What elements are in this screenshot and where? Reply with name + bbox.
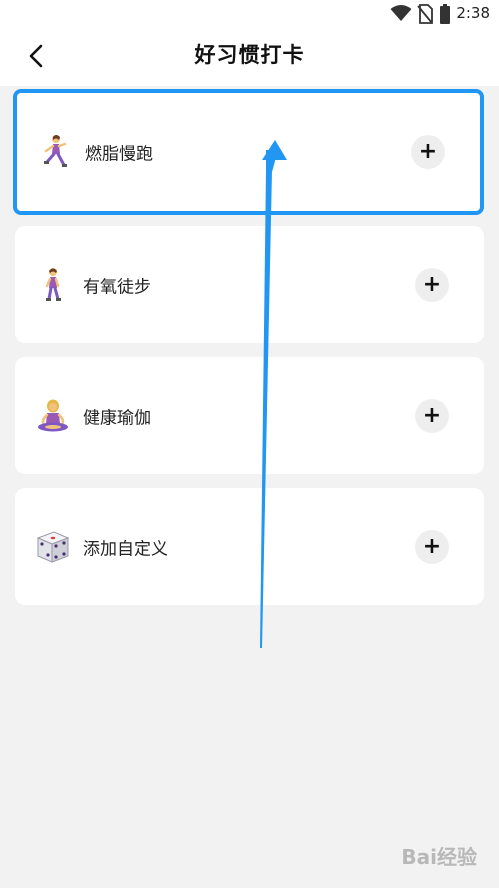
status-bar: 2:38 — [0, 0, 499, 28]
habit-label: 燃脂慢跑 — [85, 144, 153, 165]
habit-card-jogging[interactable]: 燃脂慢跑 + — [13, 89, 484, 215]
page-title: 好习惯打卡 — [194, 43, 305, 67]
add-button[interactable]: + — [411, 135, 445, 169]
habit-label: 有氧徒步 — [83, 277, 151, 297]
wifi-icon — [390, 5, 412, 21]
add-button[interactable]: + — [415, 267, 449, 302]
add-button[interactable]: + — [415, 529, 449, 564]
yoga-woman-icon — [38, 399, 68, 431]
add-button[interactable]: + — [415, 398, 449, 433]
running-woman-icon — [44, 135, 67, 167]
dice-icon — [36, 530, 70, 563]
battery-icon — [440, 4, 450, 24]
habit-card-walking[interactable]: 有氧徒步 + — [15, 226, 484, 343]
habit-card-yoga[interactable]: 健康瑜伽 + — [15, 357, 484, 474]
walking-woman-icon — [45, 267, 61, 301]
status-time: 2:38 — [456, 4, 490, 22]
habit-label: 健康瑜伽 — [83, 408, 151, 428]
habit-label: 添加自定义 — [83, 539, 168, 559]
watermark: Bai经验 — [401, 845, 477, 869]
no-sim-icon — [417, 4, 433, 24]
habit-card-custom[interactable]: 添加自定义 + — [15, 488, 484, 605]
